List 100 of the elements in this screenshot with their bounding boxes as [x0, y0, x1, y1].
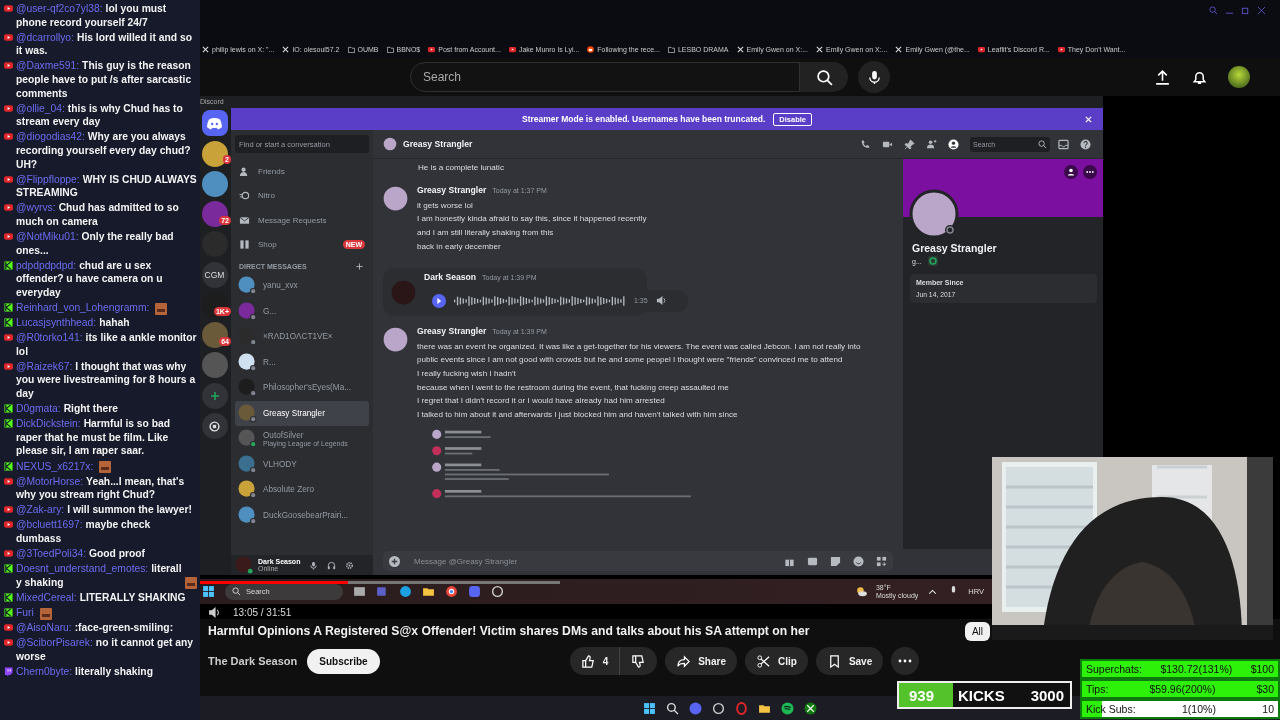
dm-name: Philosopher'sEyes(Ma... — [263, 383, 352, 393]
like-button[interactable]: 4 — [569, 647, 621, 675]
avatar — [383, 137, 397, 151]
chat-message: NEXUS_x6217x: — [16, 459, 95, 474]
discord-icon[interactable] — [468, 585, 481, 599]
chat-message: @ollie_04: this is why Chud has to stream every day — [16, 101, 184, 129]
dm-item[interactable]: VLHODY — [235, 451, 369, 477]
play-button[interactable] — [432, 293, 446, 308]
more-button[interactable] — [891, 647, 920, 675]
message-field[interactable]: Message @Greasy Strangler — [383, 551, 893, 572]
apps-icon[interactable] — [876, 555, 887, 567]
dm-name: OutofSilver — [263, 430, 305, 440]
restore-icon[interactable] — [1241, 6, 1250, 15]
dm-item[interactable]: yanu_xvx — [235, 273, 369, 299]
dm-name: Absolute Zero — [263, 485, 314, 495]
youtube-icon — [977, 45, 985, 53]
dm-item[interactable]: Absolute Zero — [235, 477, 369, 503]
add-icon[interactable] — [389, 555, 400, 567]
dm-item[interactable]: Greasy Strangler — [235, 400, 369, 426]
search-icon — [232, 587, 241, 597]
server-icon[interactable] — [201, 322, 228, 348]
nav-item[interactable]: Friends — [235, 159, 369, 184]
folder-icon — [386, 45, 394, 53]
teams-icon[interactable] — [376, 585, 389, 599]
weather-icon — [854, 585, 868, 599]
dislike-button[interactable] — [620, 647, 658, 675]
folder-icon[interactable] — [422, 585, 435, 599]
home-button[interactable] — [201, 110, 228, 136]
video-time: 13:05 / 31:51 — [233, 607, 292, 618]
help-icon[interactable] — [1080, 138, 1091, 150]
youtube-icon — [4, 174, 13, 184]
nav-item[interactable]: Nitro — [235, 183, 369, 208]
avatar[interactable] — [1228, 66, 1250, 88]
server-icon[interactable] — [201, 292, 228, 318]
settings-icon[interactable] — [345, 560, 355, 570]
emoji-icon[interactable] — [853, 555, 864, 567]
spotify-icon[interactable] — [781, 701, 794, 715]
save-button[interactable]: Save — [815, 647, 884, 675]
dm-item[interactable]: DuckGoosebearPrairi... — [235, 502, 369, 528]
avatar — [383, 185, 408, 211]
add-server-button[interactable] — [201, 382, 228, 409]
windows-icon[interactable] — [202, 585, 215, 599]
headphones-icon[interactable] — [327, 560, 337, 570]
profile-icon[interactable] — [948, 138, 959, 150]
dm-item[interactable]: G... — [235, 298, 369, 324]
thumbs-down-icon — [631, 653, 647, 669]
gif-icon[interactable] — [807, 555, 818, 567]
x-icon — [816, 45, 823, 53]
app-icon[interactable] — [712, 701, 725, 715]
clip-button[interactable]: Clip — [745, 647, 808, 675]
goal-label: Tips: — [1086, 683, 1109, 695]
search-button[interactable] — [800, 62, 848, 92]
kick-icon — [4, 404, 13, 414]
explore-button[interactable] — [201, 413, 228, 439]
video-player[interactable] — [200, 96, 1280, 619]
inbox-icon[interactable] — [1058, 138, 1069, 150]
server-icon[interactable] — [201, 140, 228, 167]
chat-message: Lucasjsynthhead: hahah — [16, 316, 130, 330]
share-button[interactable]: Share — [665, 647, 737, 675]
nav-item[interactable]: Message Requests — [235, 208, 369, 233]
more-icon[interactable] — [1083, 165, 1097, 179]
upload-icon[interactable] — [1154, 68, 1171, 86]
share-icon — [676, 653, 692, 669]
discord-icon[interactable] — [689, 701, 702, 715]
xbox-icon[interactable] — [804, 701, 817, 715]
close-icon[interactable] — [1257, 6, 1266, 15]
pin-icon[interactable] — [904, 138, 915, 150]
server-icon[interactable]: CGM — [201, 261, 228, 288]
volume-icon[interactable] — [208, 606, 221, 619]
kick-icon — [4, 260, 13, 270]
windows-icon[interactable] — [643, 701, 656, 715]
add-friend-icon[interactable] — [1064, 165, 1078, 179]
plus-icon[interactable] — [356, 263, 363, 270]
reddit-icon — [587, 45, 595, 53]
dm-name: yanu_xvx — [263, 281, 298, 291]
chat-message: @Zak-ary: I will summon the lawyer! — [16, 503, 192, 517]
add-friend-icon[interactable] — [926, 138, 937, 150]
edge-icon[interactable] — [399, 585, 412, 599]
volume-icon[interactable] — [655, 295, 667, 306]
youtube-icon — [4, 4, 13, 13]
phone-icon[interactable] — [860, 138, 871, 150]
channel-name[interactable]: The Dark Season — [208, 655, 298, 667]
microphone-icon[interactable] — [309, 560, 319, 570]
video-title: Harmful Opinions A Registered S@x Offender! Victim shares DMs and talks about his SA attempt on her — [208, 624, 810, 638]
opera-icon[interactable] — [735, 701, 748, 715]
microphone-button[interactable] — [858, 61, 890, 93]
sticker-icon[interactable] — [830, 555, 841, 567]
subscribe-button[interactable]: Subscribe — [307, 648, 380, 674]
dm-item[interactable]: ×RΛD1OΛCT1VE× — [235, 324, 369, 350]
server-icon[interactable] — [201, 201, 228, 227]
app-icon[interactable] — [491, 585, 504, 599]
dm-item[interactable]: Philosopher'sEyes(Ma... — [235, 375, 369, 401]
dm-name: R... — [263, 357, 276, 367]
chrome-icon[interactable] — [445, 585, 458, 599]
search-icon[interactable] — [666, 701, 679, 715]
dm-item[interactable]: R... — [235, 349, 369, 375]
search-field[interactable]: Search — [410, 62, 800, 92]
chat-message: DickDickstein: Harmful is so bad raper that he must be film. Like please sir, I am raper saar. — [16, 417, 172, 458]
filter-chip[interactable]: All — [964, 621, 990, 641]
window-icon[interactable] — [353, 585, 366, 599]
